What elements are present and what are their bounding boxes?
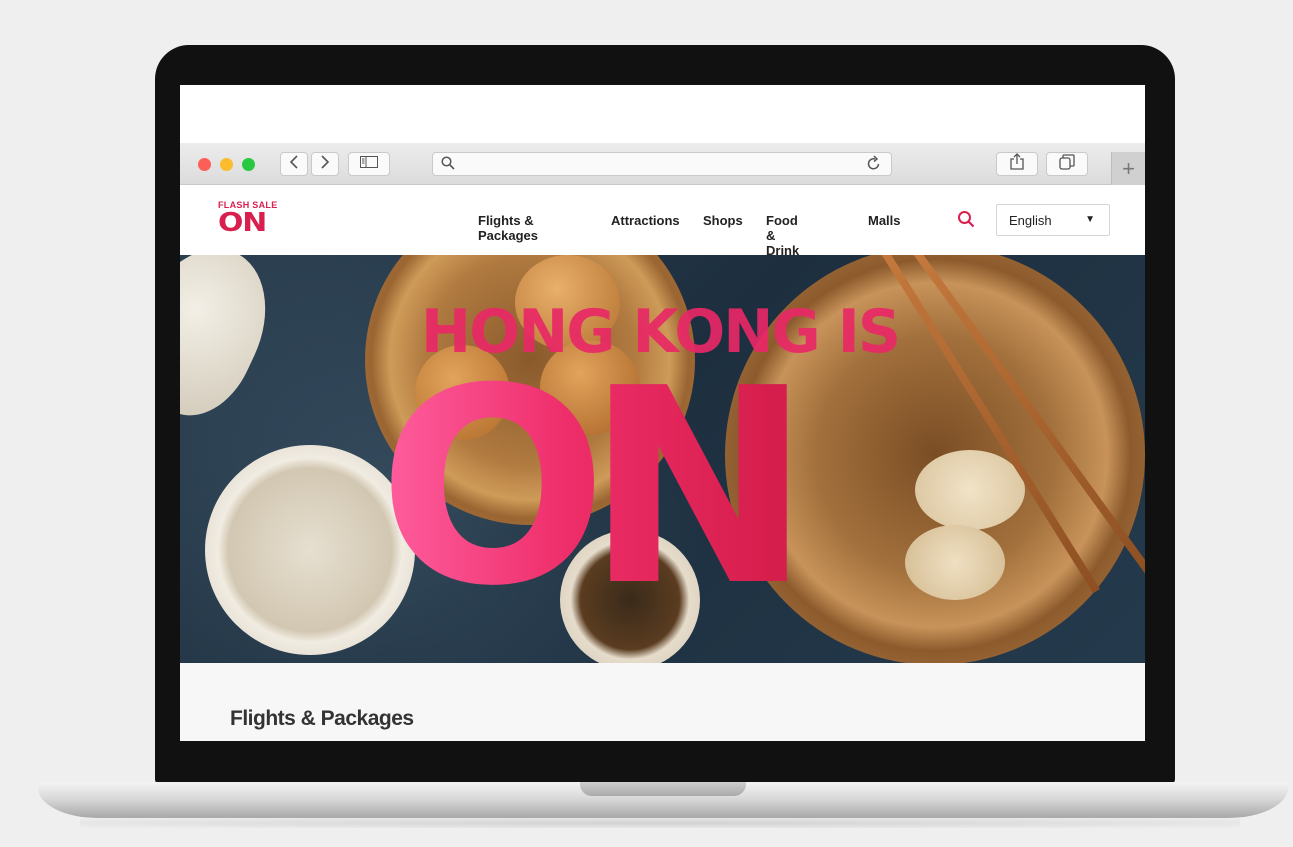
logo-bottom-text: ON <box>218 208 267 238</box>
flights-section: Flights & Packages <box>180 663 1145 741</box>
sidebar-icon <box>360 155 378 173</box>
nav-item-malls[interactable]: Malls <box>868 213 901 228</box>
language-selected: English <box>1009 213 1052 228</box>
site-logo[interactable]: FLASH SALE ON <box>218 200 282 242</box>
chevron-down-icon: ▼ <box>1085 214 1095 225</box>
back-icon <box>289 154 299 174</box>
back-button[interactable] <box>280 152 308 176</box>
hero-banner: HONG KONG IS ON <box>180 255 1145 663</box>
forward-button[interactable] <box>311 152 339 176</box>
nav-item-flights-packages[interactable]: Flights & Packages <box>478 213 538 243</box>
reload-icon[interactable] <box>867 155 881 176</box>
nav-item-shops[interactable]: Shops <box>703 213 743 228</box>
language-select[interactable]: English ▼ <box>996 204 1110 236</box>
laptop-shadow <box>80 818 1240 828</box>
new-tab-button[interactable]: + <box>1111 152 1145 185</box>
maximize-window-button[interactable] <box>242 158 255 171</box>
section-title: Flights & Packages <box>230 707 414 730</box>
forward-icon <box>320 154 330 174</box>
dumpling-image <box>915 450 1025 530</box>
url-input[interactable] <box>463 155 843 173</box>
laptop-screen: + FLASH SALE ON Flights & Packages Attra… <box>180 85 1145 741</box>
laptop-notch <box>580 782 746 796</box>
nav-item-food-drink[interactable]: Food & Drink <box>766 213 799 258</box>
search-icon[interactable] <box>957 210 975 233</box>
tabs-icon <box>1059 153 1075 175</box>
new-tab-icon: + <box>1122 155 1135 181</box>
share-button[interactable] <box>996 152 1038 176</box>
sidebar-button[interactable] <box>348 152 390 176</box>
stage: + FLASH SALE ON Flights & Packages Attra… <box>0 0 1293 847</box>
share-icon <box>1010 153 1024 175</box>
minimize-window-button[interactable] <box>220 158 233 171</box>
spoon-image <box>180 255 291 433</box>
close-window-button[interactable] <box>198 158 211 171</box>
hero-on-text: ON <box>378 343 918 633</box>
browser-toolbar: + <box>180 143 1145 185</box>
search-icon <box>441 156 455 175</box>
address-bar[interactable] <box>432 152 892 176</box>
nav-item-attractions[interactable]: Attractions <box>611 213 680 228</box>
tabs-overview-button[interactable] <box>1046 152 1088 176</box>
dumpling-image-2 <box>905 525 1005 600</box>
site-header: FLASH SALE ON Flights & Packages Attract… <box>180 185 1145 258</box>
